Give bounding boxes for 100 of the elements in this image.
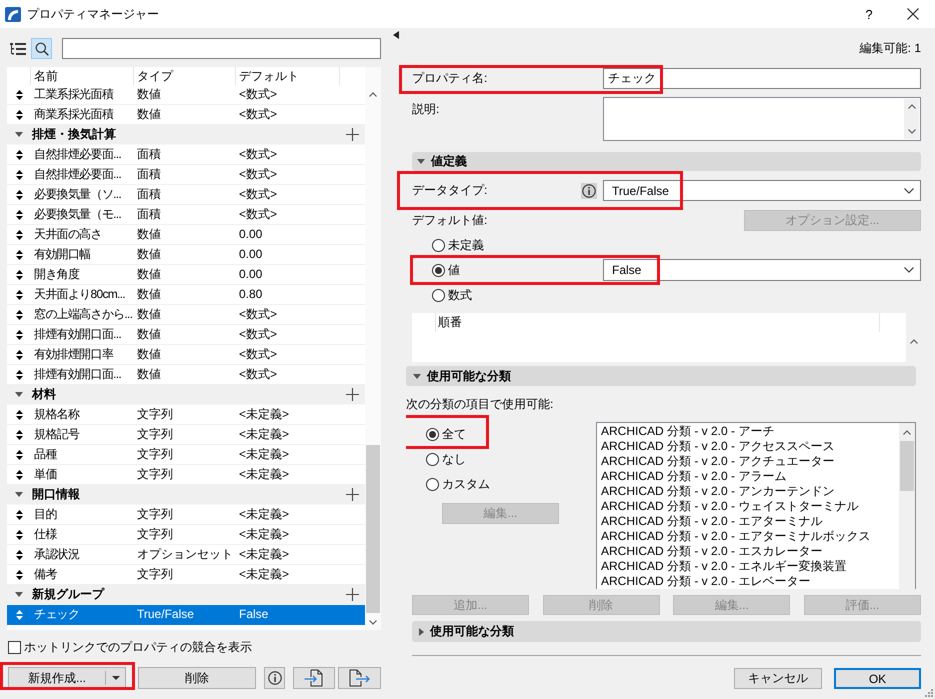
dialog-button[interactable]: キャンセル <box>734 668 822 689</box>
up-down-arrows-icon[interactable] <box>16 510 22 520</box>
section-header[interactable]: 値定義 <box>412 152 921 171</box>
scrollbar-track[interactable] <box>365 67 381 630</box>
caret-down-icon[interactable] <box>15 592 23 597</box>
up-down-arrows-icon[interactable] <box>16 150 22 160</box>
up-down-arrows-icon[interactable] <box>16 550 22 560</box>
plus-icon[interactable] <box>346 388 359 401</box>
classification-item[interactable]: ARCHICAD 分類 - v 2.0 - ウェイストターミナル <box>601 499 858 514</box>
caret-right-icon[interactable] <box>419 628 424 636</box>
up-down-arrows-icon[interactable] <box>16 90 22 100</box>
property-row[interactable]: 有効排煙開口率 数値 <数式> <box>7 345 365 365</box>
classification-list[interactable] <box>596 422 916 589</box>
property-row[interactable]: 単価 文字列 <未定義> <box>7 465 365 485</box>
default-value-select[interactable]: False <box>603 259 921 281</box>
caret-down-icon[interactable] <box>15 392 23 397</box>
radio-label[interactable]: なし <box>442 450 466 468</box>
property-row[interactable]: 仕様 文字列 <未定義> <box>7 525 365 545</box>
up-down-arrows-icon[interactable] <box>16 190 22 200</box>
chevron-down-icon[interactable] <box>369 620 377 625</box>
up-down-arrows-icon[interactable] <box>16 410 22 420</box>
property-row[interactable]: 自然排煙必要面... 面積 <数式> <box>7 145 365 165</box>
property-row[interactable]: 備考 文字列 <未定義> <box>7 565 365 585</box>
property-row[interactable]: 排煙有効開口面... 数値 <数式> <box>7 325 365 345</box>
property-row[interactable]: 品種 文字列 <未定義> <box>7 445 365 465</box>
up-down-arrows-icon[interactable] <box>16 230 22 240</box>
radio-button[interactable] <box>432 288 445 302</box>
property-row[interactable]: 商業系採光面積 数値 <数式> <box>7 105 365 125</box>
group-row[interactable]: 開口情報 <box>7 485 365 505</box>
plus-icon[interactable] <box>346 128 359 141</box>
triangle-left-icon[interactable] <box>393 31 399 39</box>
classification-item[interactable]: ARCHICAD 分類 - v 2.0 - エネルギー変換装置 <box>601 559 846 574</box>
property-row[interactable]: チェック True/False False <box>7 605 365 625</box>
caret-down-icon[interactable] <box>417 159 425 164</box>
group-row[interactable]: 材料 <box>7 385 365 405</box>
section-header[interactable]: 使用可能な分類 <box>412 621 921 642</box>
up-down-arrows-icon[interactable] <box>16 310 22 320</box>
checkbox[interactable] <box>8 640 21 654</box>
radio-button[interactable] <box>432 238 445 252</box>
property-row[interactable]: 規格記号 文字列 <未定義> <box>7 425 365 445</box>
up-down-arrows-icon[interactable] <box>16 570 22 580</box>
classification-item[interactable]: ARCHICAD 分類 - v 2.0 - エアターミナルボックス <box>601 529 870 544</box>
caret-down-icon[interactable] <box>112 676 120 680</box>
classification-item[interactable]: ARCHICAD 分類 - v 2.0 - アンカーテンドン <box>601 484 834 499</box>
up-down-arrows-icon[interactable] <box>16 210 22 220</box>
search-field[interactable] <box>62 38 381 59</box>
view-toggle-button[interactable] <box>31 38 52 59</box>
scrollbar-thumb[interactable] <box>366 445 380 613</box>
chevron-down-icon[interactable] <box>904 188 914 194</box>
radio-button[interactable] <box>426 478 439 490</box>
up-down-arrows-icon[interactable] <box>16 430 22 440</box>
chevron-down-icon[interactable] <box>908 129 916 134</box>
property-row[interactable]: 承認状況 オプションセット <未定義> <box>7 545 365 565</box>
caret-down-icon[interactable] <box>15 492 23 497</box>
property-row[interactable]: 必要換気量（モ... 面積 <数式> <box>7 205 365 225</box>
plus-icon[interactable] <box>346 488 359 501</box>
up-down-arrows-icon[interactable] <box>16 250 22 260</box>
property-row[interactable]: 必要換気量（ソ... 面積 <数式> <box>7 185 365 205</box>
export-button[interactable] <box>338 667 381 689</box>
up-down-arrows-icon[interactable] <box>16 450 22 460</box>
radio-label[interactable]: 未定義 <box>448 236 484 254</box>
chevron-down-icon[interactable] <box>904 267 914 273</box>
property-name-field[interactable]: チェック <box>603 68 921 89</box>
classification-item[interactable]: ARCHICAD 分類 - v 2.0 - アラーム <box>601 469 786 484</box>
chevron-up-icon[interactable] <box>910 339 918 344</box>
new-button[interactable]: 新規作成... <box>8 667 126 689</box>
checkbox-label[interactable]: ホットリンクでのプロパティの競合を表示 <box>24 638 252 656</box>
classification-item[interactable]: ARCHICAD 分類 - v 2.0 - エスカレーター <box>601 544 822 559</box>
delete-button[interactable]: 削除 <box>138 667 256 689</box>
property-row[interactable]: 目的 文字列 <未定義> <box>7 505 365 525</box>
chevron-up-icon[interactable] <box>903 430 911 435</box>
radio-button[interactable] <box>432 264 445 276</box>
radio-label[interactable]: カスタム <box>442 476 490 492</box>
caret-down-icon[interactable] <box>15 132 23 137</box>
column-header[interactable]: 順番 <box>436 313 462 332</box>
caret-down-icon[interactable] <box>413 374 421 378</box>
property-row[interactable]: 有効開口幅 数値 0.00 <box>7 245 365 265</box>
up-down-arrows-icon[interactable] <box>16 470 22 480</box>
description-field[interactable] <box>603 97 921 141</box>
info-icon[interactable] <box>581 182 597 198</box>
classification-item[interactable]: ARCHICAD 分類 - v 2.0 - エアターミナル <box>601 514 822 529</box>
classification-item[interactable]: ARCHICAD 分類 - v 2.0 - アクセススペース <box>601 439 834 454</box>
import-button[interactable] <box>293 667 335 689</box>
classification-item[interactable]: ARCHICAD 分類 - v 2.0 - アクチュエーター <box>601 454 834 469</box>
up-down-arrows-icon[interactable] <box>16 290 22 300</box>
up-down-arrows-icon[interactable] <box>16 370 22 380</box>
property-row[interactable]: 排煙有効開口面... 数値 <数式> <box>7 365 365 385</box>
classification-item[interactable]: ARCHICAD 分類 - v 2.0 - アーチ <box>601 424 774 439</box>
group-row[interactable]: 新規グループ <box>7 585 365 605</box>
dialog-button[interactable]: OK <box>834 668 921 689</box>
up-down-arrows-icon[interactable] <box>16 330 22 340</box>
property-row[interactable]: 天井面より80cm... 数値 0.80 <box>7 285 365 305</box>
property-row[interactable]: 規格名称 文字列 <未定義> <box>7 405 365 425</box>
scrollbar-thumb[interactable] <box>900 441 914 491</box>
scrollbar-track[interactable] <box>899 423 915 589</box>
up-down-arrows-icon[interactable] <box>16 350 22 360</box>
up-down-arrows-icon[interactable] <box>16 170 22 180</box>
up-down-arrows-icon[interactable] <box>16 270 22 280</box>
property-row[interactable]: 開き角度 数値 0.00 <box>7 265 365 285</box>
section-header[interactable]: 使用可能な分類 <box>406 366 916 386</box>
